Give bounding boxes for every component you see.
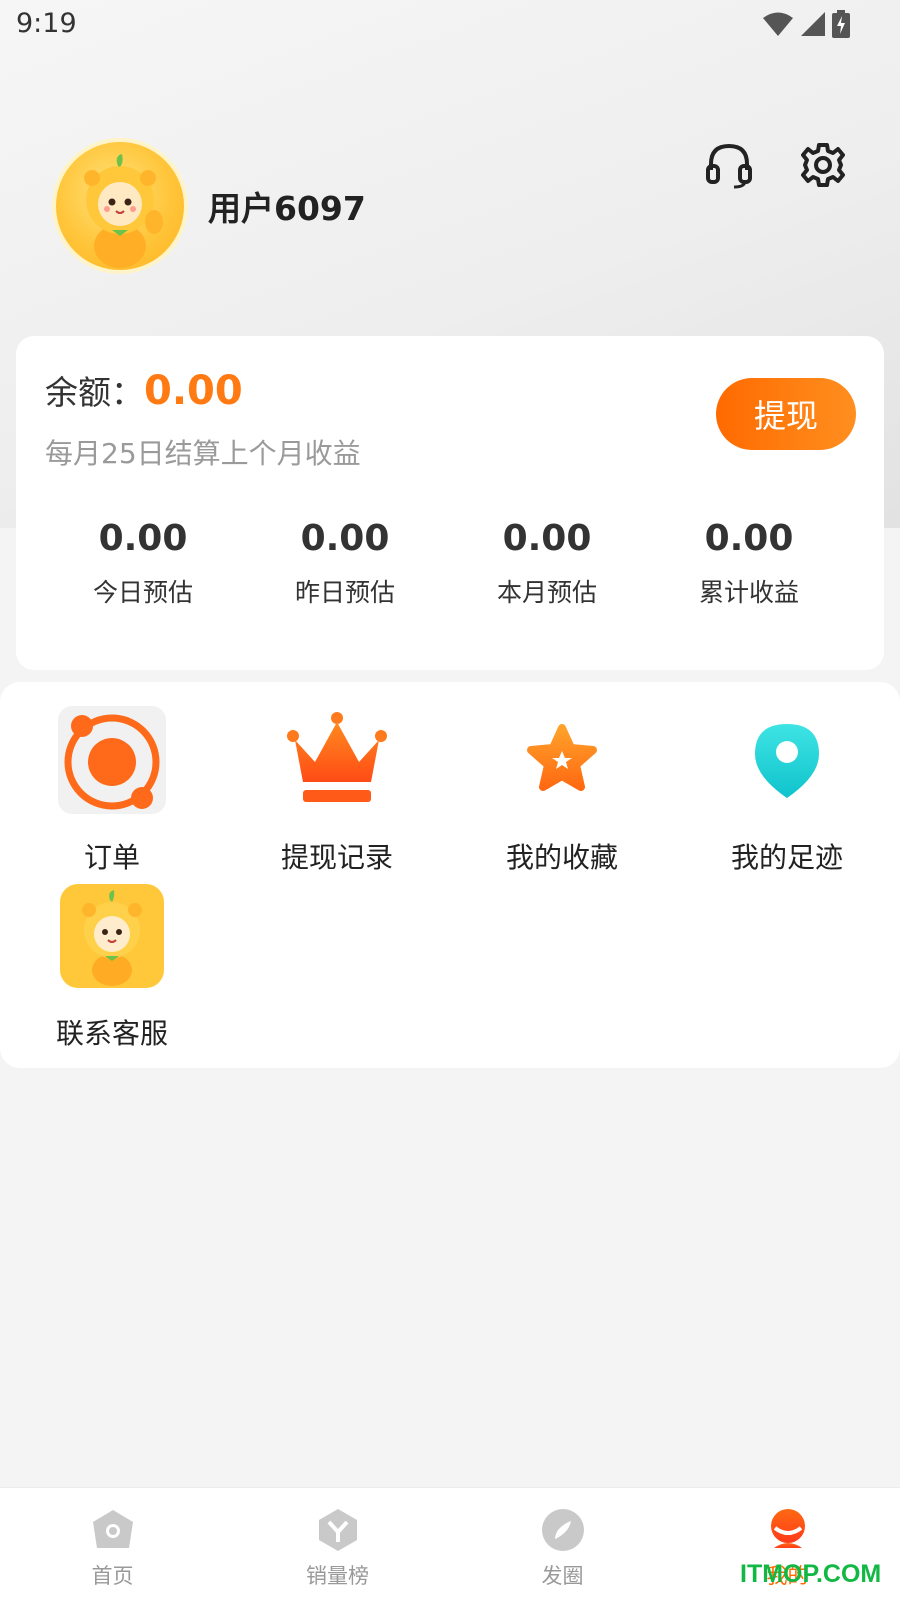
balance-row: 余额： 0.00 (45, 366, 243, 414)
mascot-avatar-icon (84, 154, 163, 268)
stat-value: 0.00 (300, 518, 390, 559)
gear-icon (801, 143, 845, 187)
status-bar: 9:19 (0, 0, 900, 48)
order-ring-icon (58, 706, 166, 814)
username: 用户6097 (208, 189, 366, 228)
battery-icon (832, 10, 850, 38)
earnings-stats: 0.00 今日预估 0.00 昨日预估 0.00 本月预估 0.00 累计收益 (16, 518, 884, 609)
withdraw-button[interactable]: 提现 (716, 378, 856, 450)
location-pin-icon (733, 706, 841, 814)
stat-label: 本月预估 (496, 578, 597, 607)
stat-label: 累计收益 (698, 578, 799, 607)
balance-value: 0.00 (144, 368, 243, 414)
nav-label: 首页 (91, 1564, 134, 1588)
menu-grid: 订单 提现记录 我的收藏 我的足迹 联系客服 (0, 682, 900, 1068)
menu-label: 订单 (83, 841, 140, 874)
signal-icon (801, 12, 825, 36)
menu-item-favorites[interactable]: 我的收藏 (482, 706, 642, 876)
headset-icon (706, 143, 752, 189)
status-time: 9:19 (16, 8, 77, 39)
menu-label: 联系客服 (55, 1017, 168, 1050)
nav-label: 发圈 (541, 1564, 584, 1588)
ranking-icon (318, 1509, 357, 1551)
menu-item-withdraw-records[interactable]: 提现记录 (257, 706, 417, 876)
balance-label: 余额： (45, 373, 144, 412)
status-icons (762, 10, 850, 38)
menu-item-footprints[interactable]: 我的足迹 (707, 706, 867, 876)
stat-today: 0.00 今日预估 (42, 518, 244, 609)
stat-label: 昨日预估 (294, 578, 395, 607)
stat-value: 0.00 (502, 518, 592, 559)
profile-header: 用户6097 (52, 138, 366, 274)
customer-service-button[interactable] (704, 140, 754, 190)
star-icon (508, 706, 616, 814)
avatar[interactable] (52, 138, 188, 274)
nav-item-home[interactable]: 首页 (0, 1488, 225, 1600)
compass-icon (541, 1509, 584, 1551)
stat-this-month: 0.00 本月预估 (446, 518, 648, 609)
stat-value: 0.00 (704, 518, 794, 559)
nav-item-moments[interactable]: 发圈 (450, 1488, 675, 1600)
watermark: ITMOP.COM (740, 1560, 882, 1588)
stat-total: 0.00 累计收益 (648, 518, 850, 609)
stat-yesterday: 0.00 昨日预估 (244, 518, 446, 609)
home-icon (92, 1510, 133, 1548)
crown-icon (283, 706, 391, 814)
stat-label: 今日预估 (92, 578, 193, 607)
stat-value: 0.00 (98, 518, 188, 559)
settings-button[interactable] (798, 140, 848, 190)
menu-label: 提现记录 (280, 841, 393, 874)
settlement-note: 每月25日结算上个月收益 (45, 437, 361, 470)
balance-card: 余额： 0.00 每月25日结算上个月收益 提现 0.00 今日预估 0.00 … (16, 336, 884, 670)
menu-label: 我的收藏 (505, 841, 618, 874)
profile-icon (770, 1509, 805, 1548)
wifi-icon (763, 12, 793, 36)
menu-item-orders[interactable]: 订单 (32, 706, 192, 876)
menu-item-contact-support[interactable]: 联系客服 (32, 882, 192, 1052)
nav-item-ranking[interactable]: 销量榜 (225, 1488, 450, 1600)
mascot-icon (58, 882, 166, 990)
nav-label: 销量榜 (306, 1564, 369, 1588)
menu-label: 我的足迹 (730, 841, 843, 874)
